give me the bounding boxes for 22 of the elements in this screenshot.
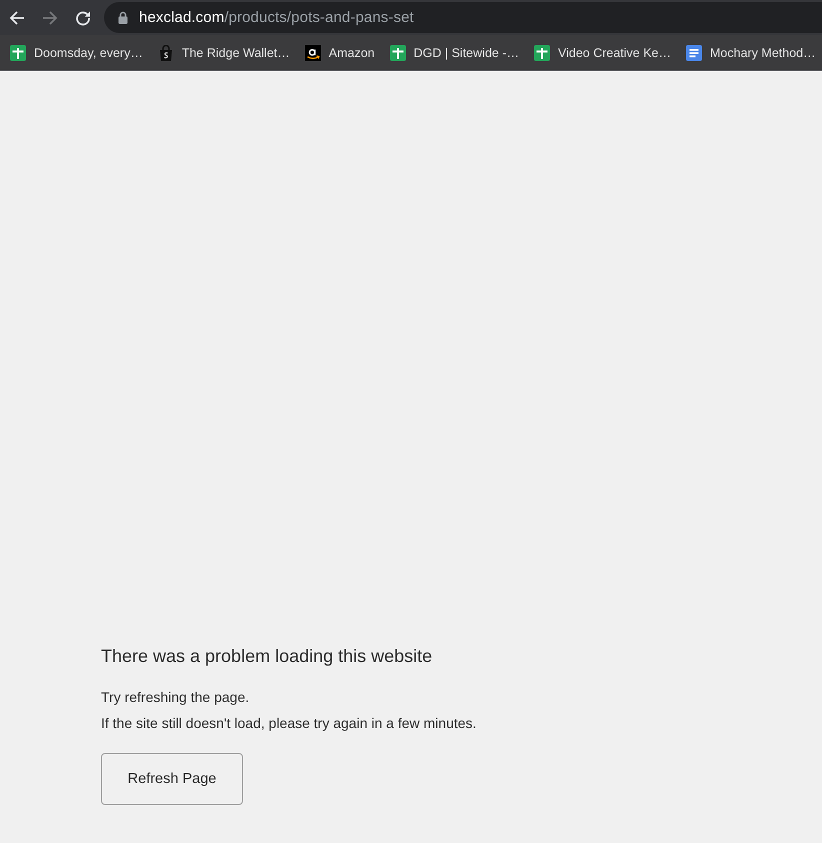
lock-icon: [118, 11, 128, 24]
bookmark-item[interactable]: DGD | Sitewide -…: [384, 40, 525, 66]
forward-arrow-icon: [42, 10, 58, 26]
spreadsheet-icon: [10, 44, 26, 60]
spreadsheet-icon: [534, 44, 550, 60]
error-message: Try refreshing the page.: [101, 688, 250, 707]
shopping-bag-icon: [158, 44, 174, 60]
back-arrow-icon: [9, 10, 25, 26]
document-icon: [686, 44, 702, 60]
bookmark-item[interactable]: The Ridge Wallet…: [152, 40, 296, 66]
smile-logo-icon: [304, 44, 321, 60]
bookmark-item[interactable]: Amazon: [298, 40, 381, 66]
address-bar[interactable]: hexclad.com/products/pots-and-pans-set: [104, 2, 822, 33]
error-message: If the site still doesn't load, please try again in a few minutes.: [101, 714, 476, 733]
refresh-button[interactable]: Refresh Page: [101, 753, 243, 805]
url-text: hexclad.com/products/pots-and-pans-set: [139, 9, 414, 26]
bookmark-item[interactable]: Video Creative Ke…: [528, 40, 678, 66]
spreadsheet-icon: [390, 44, 406, 60]
bookmark-item[interactable]: Doomsday, every…: [4, 40, 149, 66]
reload-icon: [75, 10, 91, 26]
bookmark-item[interactable]: Mochary Method…: [680, 40, 822, 66]
error-heading: There was a problem loading this website: [101, 645, 432, 667]
